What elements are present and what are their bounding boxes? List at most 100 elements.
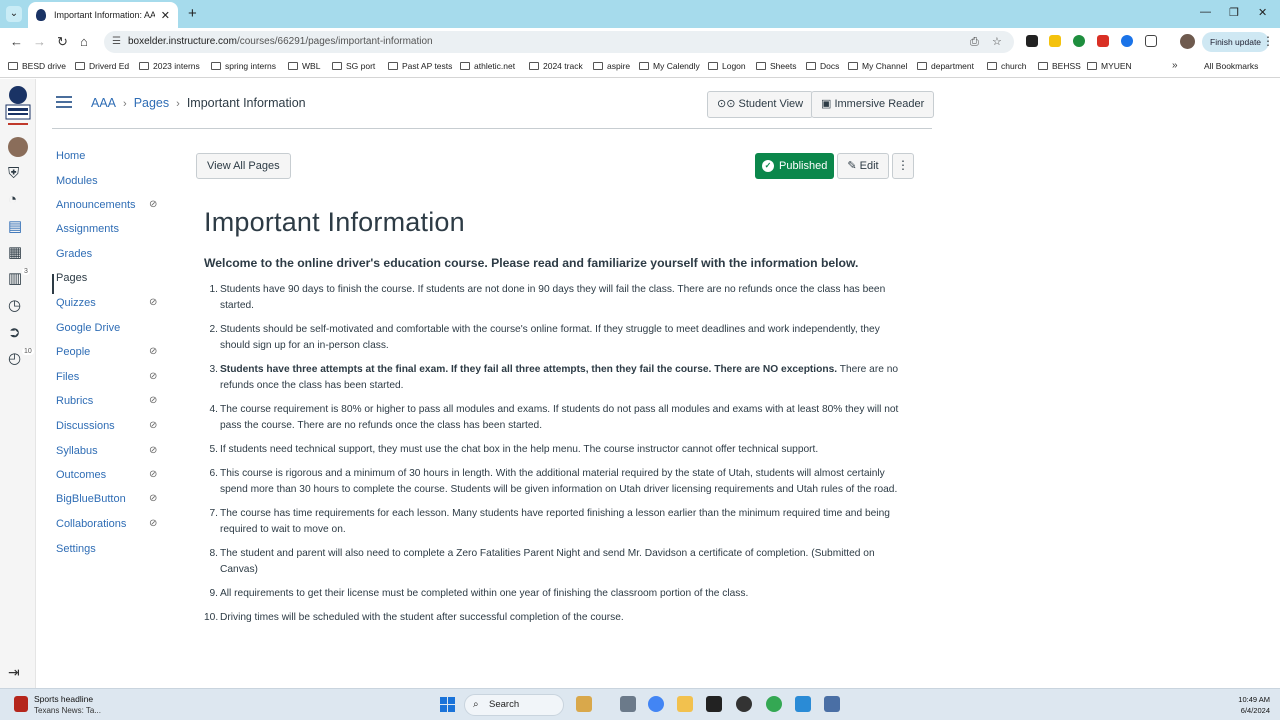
- bookmark[interactable]: My Channel: [848, 61, 907, 71]
- bookmark[interactable]: 2023 interns: [139, 61, 200, 71]
- xodo-pdf-icon[interactable]: [706, 696, 722, 712]
- bookmark[interactable]: Driverd Ed: [75, 61, 129, 71]
- published-button[interactable]: ✓ Published: [755, 153, 834, 179]
- file-explorer-icon[interactable]: [677, 696, 693, 712]
- extension-icon[interactable]: [1097, 35, 1109, 47]
- inbox-icon[interactable]: ▥: [8, 269, 22, 287]
- list-item: 10Driving times will be scheduled with t…: [204, 610, 904, 626]
- bookmark[interactable]: Docs: [806, 61, 839, 71]
- bookmark[interactable]: My Calendly: [639, 61, 700, 71]
- close-window-icon[interactable]: ✕: [1258, 6, 1267, 19]
- extension-icon[interactable]: [1121, 35, 1133, 47]
- bookmark[interactable]: BEHSS: [1038, 61, 1081, 71]
- tab-search-icon[interactable]: ⌄: [6, 6, 22, 22]
- site-info-icon[interactable]: ☰: [112, 31, 121, 53]
- more-options-button[interactable]: ⋮: [892, 153, 914, 179]
- bookmark[interactable]: Logon: [708, 61, 746, 71]
- course-nav-quizzes[interactable]: Quizzes: [56, 297, 96, 309]
- chrome-active-icon[interactable]: [766, 696, 782, 712]
- immersive-reader-button[interactable]: ▣ Immersive Reader: [811, 91, 935, 118]
- course-nav-grades[interactable]: Grades: [56, 248, 92, 260]
- bookmark[interactable]: SG port: [332, 61, 375, 71]
- course-nav-announcements[interactable]: Announcements: [56, 199, 136, 211]
- bookmark[interactable]: athletic.net: [460, 61, 515, 71]
- collapse-nav-icon[interactable]: ⇥: [8, 664, 20, 681]
- breadcrumb: AAA › Pages › Important Information: [91, 96, 306, 110]
- close-tab-icon[interactable]: ✕: [161, 9, 170, 22]
- course-nav-syllabus[interactable]: Syllabus: [56, 445, 98, 457]
- browser-tab-active[interactable]: Important Information: AAA C... ✕: [28, 2, 178, 28]
- browser-menu-icon[interactable]: ⋮: [1262, 34, 1274, 48]
- course-nav-outcomes[interactable]: Outcomes: [56, 469, 106, 481]
- bookmark-star-icon[interactable]: ☆: [992, 31, 1002, 53]
- course-nav-collaborations[interactable]: Collaborations: [56, 518, 126, 530]
- admin-shield-icon[interactable]: ⛨: [8, 165, 19, 182]
- install-app-icon[interactable]: ⎙: [970, 31, 979, 53]
- taskbar-search[interactable]: ⌕ Search: [464, 694, 564, 716]
- course-nav-bigbluebutton[interactable]: BigBlueButton: [56, 493, 126, 505]
- news-subheadline[interactable]: Texans News: Ta...: [34, 706, 101, 715]
- bookmark[interactable]: church: [987, 61, 1027, 71]
- bookmark[interactable]: aspire: [593, 61, 630, 71]
- reload-icon[interactable]: ↻: [57, 34, 68, 50]
- view-all-pages-button[interactable]: View All Pages: [196, 153, 291, 179]
- course-nav-discussions[interactable]: Discussions: [56, 420, 115, 432]
- course-nav-assignments[interactable]: Assignments: [56, 223, 119, 235]
- windows-start-icon[interactable]: [440, 697, 455, 712]
- new-tab-icon[interactable]: +: [188, 5, 197, 22]
- profile-avatar[interactable]: [1180, 34, 1195, 49]
- bookmark[interactable]: WBL: [288, 61, 320, 71]
- help-icon[interactable]: ◴: [8, 349, 21, 367]
- course-menu-toggle-icon[interactable]: [56, 96, 72, 108]
- news-widget-icon[interactable]: [14, 696, 28, 712]
- school-logo[interactable]: [2, 83, 34, 133]
- finish-update-button[interactable]: Finish update: [1202, 32, 1270, 52]
- course-nav-files[interactable]: Files: [56, 371, 79, 383]
- course-nav-pages[interactable]: Pages: [56, 272, 87, 284]
- address-bar[interactable]: ☰ boxelder.instructure.com/courses/66291…: [104, 31, 1014, 53]
- notepad-icon[interactable]: [795, 696, 811, 712]
- history-clock-icon[interactable]: ◷: [8, 296, 21, 314]
- pen-app-icon[interactable]: [736, 696, 752, 712]
- task-view-icon[interactable]: [620, 696, 636, 712]
- edit-button[interactable]: ✎ Edit: [837, 153, 889, 179]
- taskbar-app-icon[interactable]: [824, 696, 840, 712]
- more-bookmarks-icon[interactable]: »: [1172, 60, 1178, 71]
- dashboard-icon[interactable]: ◔: [8, 191, 17, 208]
- home-icon[interactable]: ⌂: [80, 34, 88, 49]
- chrome-icon[interactable]: [648, 696, 664, 712]
- breadcrumb-pages[interactable]: Pages: [134, 96, 169, 110]
- course-nav-rubrics[interactable]: Rubrics: [56, 395, 93, 407]
- bookmark[interactable]: department: [917, 61, 974, 71]
- bookmark[interactable]: MYUEN: [1087, 61, 1132, 71]
- course-nav-google-drive[interactable]: Google Drive: [56, 322, 120, 334]
- course-nav-modules[interactable]: Modules: [56, 175, 98, 187]
- all-bookmarks[interactable]: All Bookmarks: [1204, 61, 1258, 71]
- maximize-window-icon[interactable]: ❐: [1229, 6, 1239, 19]
- course-nav-people[interactable]: People: [56, 346, 90, 358]
- system-clock[interactable]: 10:49 AM 6/4/2024: [1236, 694, 1270, 716]
- extension-icon[interactable]: [1026, 35, 1038, 47]
- courses-book-icon[interactable]: ▤: [8, 217, 22, 235]
- bookmark[interactable]: spring interns: [211, 61, 276, 71]
- forward-arrow-icon[interactable]: →: [33, 34, 46, 49]
- back-arrow-icon[interactable]: ←: [10, 34, 23, 49]
- bookmark[interactable]: 2024 track: [529, 61, 583, 71]
- bookmarks-bar: BESD drive Driverd Ed 2023 interns sprin…: [0, 56, 1280, 78]
- extension-icon[interactable]: [1073, 35, 1085, 47]
- extensions-puzzle-icon[interactable]: [1145, 35, 1157, 47]
- student-view-button[interactable]: ⊙⊙ Student View: [707, 91, 814, 118]
- bookmark[interactable]: BESD drive: [8, 61, 66, 71]
- breadcrumb-course[interactable]: AAA: [91, 96, 116, 110]
- course-nav-home[interactable]: Home: [56, 150, 85, 162]
- bookmark[interactable]: Past AP tests: [388, 61, 452, 71]
- bookmark[interactable]: Sheets: [756, 61, 796, 71]
- minimize-window-icon[interactable]: —: [1200, 6, 1211, 18]
- extension-icon[interactable]: [1049, 35, 1061, 47]
- calendar-icon[interactable]: ▦: [8, 243, 22, 261]
- taskbar-app-icon[interactable]: [576, 696, 592, 712]
- commons-arrow-icon[interactable]: ➲: [8, 323, 21, 341]
- news-headline[interactable]: Sports headline: [34, 694, 93, 704]
- course-nav-settings[interactable]: Settings: [56, 543, 96, 555]
- account-avatar[interactable]: [8, 137, 28, 157]
